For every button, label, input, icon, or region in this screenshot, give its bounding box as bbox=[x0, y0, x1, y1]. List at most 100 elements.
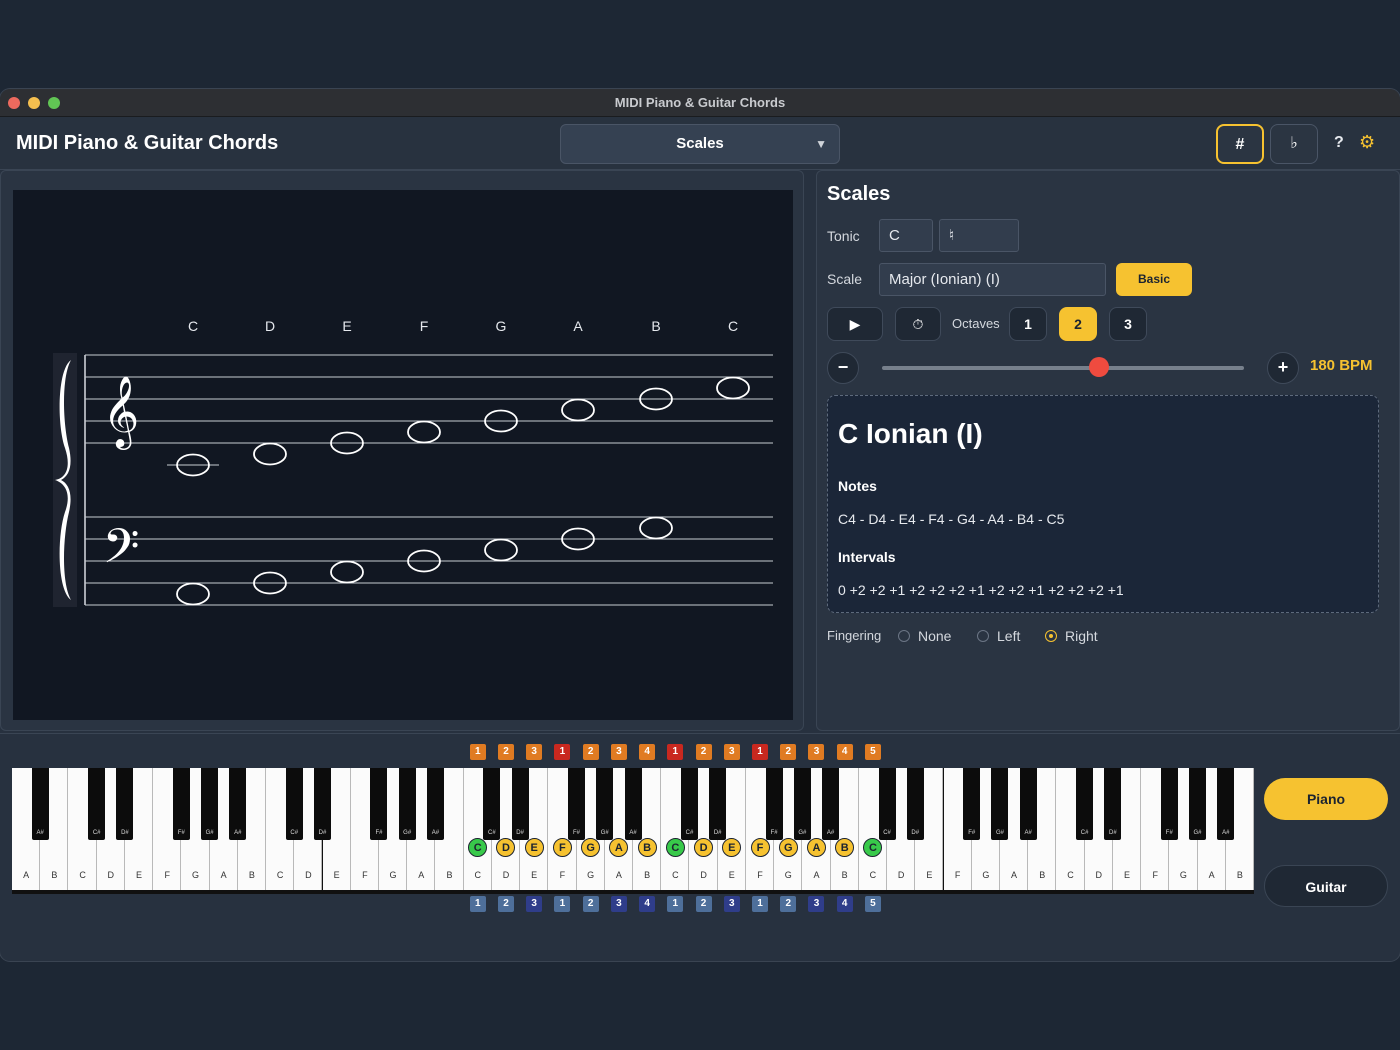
black-key-label: C# bbox=[290, 830, 299, 836]
basic-button[interactable]: Basic bbox=[1116, 263, 1192, 296]
white-key-label: D bbox=[897, 870, 905, 880]
fingering-label: Fingering bbox=[827, 628, 882, 643]
chevron-down-icon: ▼ bbox=[815, 137, 827, 151]
piano-black-key[interactable]: D# bbox=[116, 768, 134, 840]
scale-notes: C4 - D4 - E4 - F4 - G4 - A4 - B4 - C5 bbox=[838, 511, 1065, 527]
guitar-button[interactable]: Guitar bbox=[1264, 865, 1388, 907]
piano-black-key[interactable]: G# bbox=[398, 768, 416, 840]
white-key-label: B bbox=[644, 870, 651, 880]
piano-black-key[interactable]: G# bbox=[991, 768, 1009, 840]
white-key-label: C bbox=[79, 870, 86, 880]
left-hand-finger-number: 3 bbox=[610, 744, 627, 760]
fingering-left-radio[interactable] bbox=[977, 630, 989, 642]
piano-black-key[interactable]: F# bbox=[963, 768, 981, 840]
white-key-label: E bbox=[1123, 870, 1130, 880]
grand-staff: 𝄞 𝄢 C D E F G A B C bbox=[13, 190, 793, 720]
piano-black-key[interactable]: A# bbox=[229, 768, 247, 840]
piano-black-key[interactable]: A# bbox=[31, 768, 49, 840]
fingering-none-label[interactable]: None bbox=[918, 628, 951, 644]
tempo-slider-track[interactable] bbox=[882, 366, 1244, 370]
black-key-label: G# bbox=[1193, 830, 1202, 836]
piano-black-key[interactable]: C# bbox=[88, 768, 106, 840]
white-key-label: E bbox=[728, 870, 735, 880]
octave-3-button[interactable]: 3 bbox=[1109, 307, 1147, 341]
tempo-decrease-button[interactable]: − bbox=[827, 352, 859, 384]
piano-black-key[interactable]: A# bbox=[624, 768, 642, 840]
black-key-label: A# bbox=[1222, 830, 1230, 836]
piano-black-key[interactable]: F# bbox=[370, 768, 388, 840]
white-key-label: G bbox=[587, 870, 595, 880]
piano-black-key[interactable]: D# bbox=[709, 768, 727, 840]
white-key-label: F bbox=[954, 870, 961, 880]
piano-black-key[interactable]: C# bbox=[285, 768, 303, 840]
piano-black-key[interactable]: F# bbox=[765, 768, 783, 840]
piano-black-key[interactable]: G# bbox=[793, 768, 811, 840]
black-key-label: A# bbox=[234, 830, 242, 836]
play-button[interactable]: ▶ bbox=[827, 307, 883, 341]
black-key-label: A# bbox=[36, 830, 44, 836]
tempo-slider-thumb[interactable] bbox=[1089, 357, 1110, 377]
accidental-field[interactable]: ♮ bbox=[939, 219, 1019, 252]
piano-black-key[interactable]: D# bbox=[511, 768, 529, 840]
octave-2-button[interactable]: 2 bbox=[1059, 307, 1097, 341]
piano-black-key[interactable]: A# bbox=[1019, 768, 1037, 840]
gear-icon[interactable]: ⚙ bbox=[1359, 132, 1375, 153]
right-hand-finger-number: 2 bbox=[497, 896, 514, 912]
scale-select[interactable]: Major (Ionian) (I) bbox=[879, 263, 1106, 296]
note-letter-label: G bbox=[496, 318, 507, 334]
piano-black-key[interactable]: G# bbox=[201, 768, 219, 840]
toolbar: MIDI Piano & Guitar Chords Scales ▼ # ♭ … bbox=[0, 117, 1400, 170]
piano-black-key[interactable]: F# bbox=[568, 768, 586, 840]
piano-black-key[interactable]: D# bbox=[314, 768, 331, 840]
scale-name: C Ionian (I) bbox=[838, 418, 983, 449]
bass-whole-note bbox=[484, 538, 518, 562]
piano-black-key[interactable]: D# bbox=[1104, 768, 1122, 840]
piano-black-key[interactable]: A# bbox=[1217, 768, 1235, 840]
scale-note-marker: E bbox=[524, 838, 544, 857]
right-hand-finger-number: 1 bbox=[667, 896, 684, 912]
white-key-label: B bbox=[51, 870, 58, 880]
piano-black-key[interactable]: G# bbox=[1189, 768, 1207, 840]
black-key-label: D# bbox=[121, 830, 129, 836]
left-hand-finger-number: 2 bbox=[497, 744, 514, 760]
white-key-label: G bbox=[389, 870, 397, 880]
piano-button[interactable]: Piano bbox=[1264, 778, 1388, 820]
black-key-label: A# bbox=[629, 830, 637, 836]
piano-black-key[interactable]: A# bbox=[822, 768, 840, 840]
black-key-label: D# bbox=[318, 830, 327, 836]
scale-note-marker: B bbox=[637, 838, 657, 857]
metronome-button[interactable]: ⏱ bbox=[895, 307, 941, 341]
flat-button[interactable]: ♭ bbox=[1270, 124, 1318, 164]
black-key-label: C# bbox=[1080, 830, 1089, 836]
piano-keyboard[interactable]: ABCDEFGABCDEFGABCDEFGABCDEFGABCDEFGABCDE… bbox=[12, 768, 1254, 894]
mode-select[interactable]: Scales ▼ bbox=[560, 124, 840, 164]
white-key-label: A bbox=[615, 870, 622, 880]
piano-black-key[interactable]: G# bbox=[596, 768, 614, 840]
piano-black-key[interactable]: C# bbox=[878, 768, 896, 840]
white-key-label: C bbox=[1067, 870, 1074, 880]
sharp-button[interactable]: # bbox=[1216, 124, 1264, 164]
white-key-label: A bbox=[23, 870, 30, 880]
white-key-label: C bbox=[474, 870, 481, 880]
piano-black-key[interactable]: C# bbox=[483, 768, 501, 840]
white-key-label: G bbox=[1179, 870, 1187, 880]
piano-black-key[interactable]: F# bbox=[1160, 768, 1178, 840]
piano-black-key[interactable]: F# bbox=[172, 768, 190, 840]
treble-notes bbox=[167, 376, 750, 477]
white-key-label: A bbox=[418, 870, 425, 880]
tonic-field[interactable]: C bbox=[879, 219, 933, 252]
fingering-none-radio[interactable] bbox=[898, 630, 910, 642]
help-icon[interactable]: ? bbox=[1334, 134, 1344, 152]
piano-black-key[interactable]: D# bbox=[906, 768, 924, 840]
fingering-left-label[interactable]: Left bbox=[997, 628, 1020, 644]
piano-black-key[interactable]: C# bbox=[680, 768, 698, 840]
fingering-right-radio[interactable] bbox=[1045, 630, 1057, 642]
fingering-right-label[interactable]: Right bbox=[1065, 628, 1098, 644]
treble-clef-icon: 𝄞 bbox=[103, 374, 140, 450]
octave-1-button[interactable]: 1 bbox=[1009, 307, 1047, 341]
tempo-increase-button[interactable]: + bbox=[1267, 352, 1299, 384]
piano-black-key[interactable]: A# bbox=[426, 768, 444, 840]
white-key-label: D bbox=[1095, 870, 1102, 880]
white-key-label: E bbox=[333, 870, 340, 880]
piano-black-key[interactable]: C# bbox=[1076, 768, 1094, 840]
